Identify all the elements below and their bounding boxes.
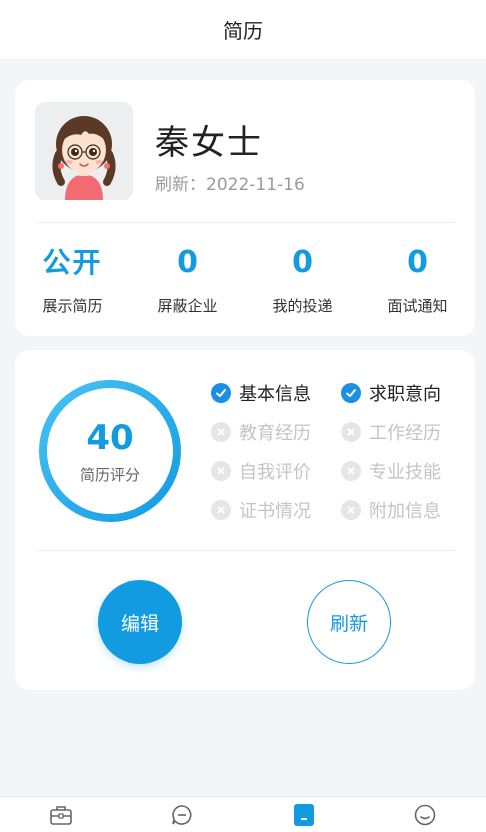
avatar[interactable]	[35, 102, 133, 200]
checklist-item[interactable]: 附加信息	[341, 497, 441, 523]
stat-blocked-companies[interactable]: 0 屏蔽企业	[130, 245, 245, 316]
checklist-item[interactable]: 求职意向	[341, 380, 441, 406]
checklist-label: 附加信息	[369, 501, 441, 522]
checklist-label: 专业技能	[369, 462, 441, 483]
resume-icon	[293, 803, 314, 826]
girl-avatar-icon	[35, 102, 133, 200]
stat-label: 面试通知	[387, 297, 448, 315]
checklist-label: 证书情况	[239, 501, 311, 522]
stat-interview-notices[interactable]: 0 面试通知	[360, 245, 475, 316]
tab-profile[interactable]	[365, 797, 486, 832]
checklist-item[interactable]: 证书情况	[211, 497, 311, 523]
check-circle-icon	[211, 383, 231, 403]
tab-messages[interactable]	[122, 797, 244, 832]
refresh-info: 刷新：2022-11-16	[155, 170, 305, 195]
stat-value: 0	[407, 245, 428, 280]
stats-row: 公开 展示简历 0 屏蔽企业 0 我的投递 0 面试通知	[15, 245, 475, 316]
stat-public-resume[interactable]: 公开 展示简历	[15, 245, 130, 316]
checklist-label: 自我评价	[239, 462, 311, 483]
refresh-date: 2022-11-16	[206, 175, 305, 195]
x-circle-icon	[211, 461, 231, 481]
stat-label: 我的投递	[272, 297, 333, 315]
smile-icon	[414, 804, 436, 825]
x-circle-icon	[341, 461, 361, 481]
tab-jobs[interactable]	[0, 797, 122, 832]
stat-my-applications[interactable]: 0 我的投递	[245, 245, 360, 316]
edit-button[interactable]: 编辑	[98, 580, 182, 664]
bottom-tab-bar	[0, 796, 486, 832]
checklist-label: 工作经历	[369, 423, 441, 444]
stat-label: 屏蔽企业	[157, 297, 218, 315]
x-circle-icon	[341, 500, 361, 520]
check-circle-icon	[341, 383, 361, 403]
header: 简历	[0, 0, 486, 60]
checklist-label: 求职意向	[369, 384, 441, 405]
x-circle-icon	[211, 422, 231, 442]
resume-score-card: 40 简历评分 基本信息 求职意向教育经历 工作经历自我评价 专业技能证书情况 附加信息…	[15, 350, 475, 690]
stat-value: 公开	[42, 246, 103, 279]
checklist-item[interactable]: 专业技能	[341, 458, 441, 484]
score-value: 40	[86, 418, 134, 458]
x-circle-icon	[211, 500, 231, 520]
page-title: 简历	[223, 19, 263, 43]
checklist-item[interactable]: 教育经历	[211, 419, 311, 445]
checklist-label: 基本信息	[239, 384, 311, 405]
checklist-item[interactable]: 工作经历	[341, 419, 441, 445]
chat-icon	[172, 804, 192, 825]
tab-resume[interactable]	[243, 797, 365, 832]
checklist-item[interactable]: 基本信息	[211, 380, 311, 406]
refresh-label: 刷新：	[155, 175, 206, 195]
stat-label: 展示简历	[42, 297, 103, 315]
divider	[35, 222, 455, 223]
user-name: 秦女士	[155, 123, 263, 163]
checklist-label: 教育经历	[239, 423, 311, 444]
refresh-button[interactable]: 刷新	[307, 580, 391, 664]
briefcase-icon	[49, 805, 72, 825]
divider	[35, 550, 455, 551]
resume-page: 简历 秦女士 刷新：2022-11-16 公开 展示简历 0 屏蔽企业 0 我的…	[0, 0, 486, 832]
stat-value: 0	[292, 245, 313, 280]
score-label: 简历评分	[79, 466, 140, 484]
profile-card: 秦女士 刷新：2022-11-16 公开 展示简历 0 屏蔽企业 0 我的投递 …	[15, 80, 475, 336]
stat-value: 0	[177, 245, 198, 280]
checklist-item[interactable]: 自我评价	[211, 458, 311, 484]
x-circle-icon	[341, 422, 361, 442]
